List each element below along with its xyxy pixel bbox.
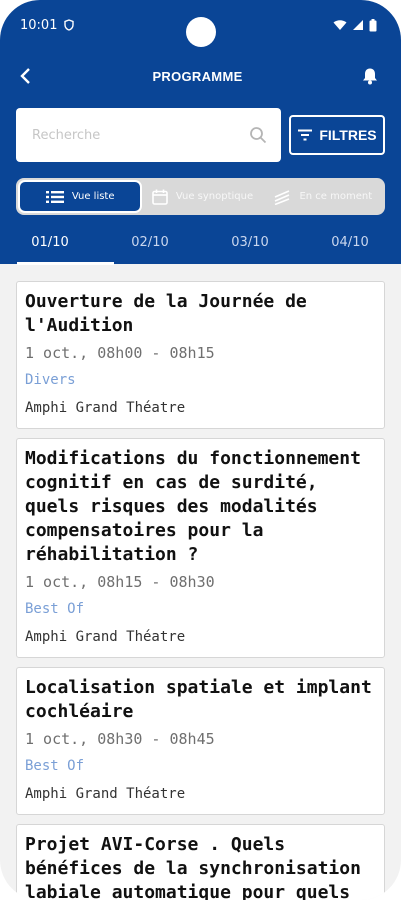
search-icon — [250, 127, 267, 144]
session-room: Amphi Grand Théatre — [25, 629, 186, 645]
app-header: 10:01 PROGRAMME Recherche FILTRES Vue li… — [0, 0, 401, 265]
bell-icon — [363, 68, 377, 85]
session-room: Amphi Grand Théatre — [25, 786, 186, 802]
tab-day-2[interactable]: 02/10 — [100, 231, 200, 261]
view-switcher: Vue liste Vue synoptique En ce moment — [16, 178, 385, 215]
session-card[interactable]: Projet AVI-Corse . Quels bénéfices de la… — [16, 824, 385, 900]
session-title: Ouverture de la Journée de l'Audition — [25, 291, 307, 336]
session-time: 1 oct., 08h00 - 08h15 — [25, 344, 215, 362]
filters-button[interactable]: FILTRES — [289, 115, 385, 155]
view-now-label: En ce moment — [299, 191, 373, 202]
wifi-icon — [333, 20, 347, 30]
view-synoptic-label: Vue synoptique — [175, 191, 254, 202]
tab-day-4[interactable]: 04/10 — [300, 231, 400, 261]
session-time: 1 oct., 08h30 - 08h45 — [25, 730, 215, 748]
search-row: Recherche FILTRES — [0, 102, 401, 162]
session-category: Divers — [25, 372, 76, 388]
session-time: 1 oct., 08h15 - 08h30 — [25, 573, 215, 591]
signal-icon — [353, 20, 363, 30]
view-synoptic-tab[interactable]: Vue synoptique — [142, 180, 262, 213]
notifications-button[interactable] — [357, 63, 383, 89]
list-icon — [45, 190, 64, 203]
page-title: PROGRAMME — [152, 68, 243, 84]
tab-day-1[interactable]: 01/10 — [0, 231, 114, 265]
session-title: Localisation spatiale et implant cochléa… — [25, 677, 372, 722]
session-category: Best Of — [25, 758, 85, 774]
session-card[interactable]: Modifications du fonctionnement cognitif… — [16, 438, 385, 658]
broadcast-icon — [275, 189, 290, 205]
battery-icon — [369, 18, 377, 31]
chevron-left-icon — [20, 68, 30, 84]
session-category: Best Of — [25, 601, 85, 617]
session-title: Modifications du fonctionnement cognitif… — [25, 448, 361, 565]
session-list: Ouverture de la Journée de l'Audition 1 … — [0, 264, 401, 900]
session-room: Amphi Grand Théatre — [25, 400, 186, 416]
search-placeholder: Recherche — [32, 127, 101, 143]
filters-label: FILTRES — [319, 127, 377, 143]
filter-icon — [298, 129, 313, 141]
phone-screen: 10:01 PROGRAMME Recherche FILTRES Vue li… — [0, 0, 401, 900]
back-button[interactable] — [12, 63, 38, 89]
calendar-icon — [152, 189, 168, 205]
view-now-tab[interactable]: En ce moment — [263, 180, 383, 213]
camera-cutout — [186, 17, 216, 47]
view-list-tab[interactable]: Vue liste — [18, 180, 143, 213]
session-card[interactable]: Localisation spatiale et implant cochléa… — [16, 667, 385, 815]
shield-icon — [64, 19, 75, 31]
tab-day-3[interactable]: 03/10 — [200, 231, 300, 261]
day-tabs: 01/10 02/10 03/10 04/10 — [0, 231, 401, 265]
search-input[interactable]: Recherche — [16, 108, 281, 162]
top-bar: PROGRAMME — [0, 50, 401, 102]
session-title: Projet AVI-Corse . Quels bénéfices de la… — [25, 834, 361, 900]
status-time: 10:01 — [20, 17, 58, 33]
session-card[interactable]: Ouverture de la Journée de l'Audition 1 … — [16, 281, 385, 429]
view-list-label: Vue liste — [71, 191, 115, 202]
